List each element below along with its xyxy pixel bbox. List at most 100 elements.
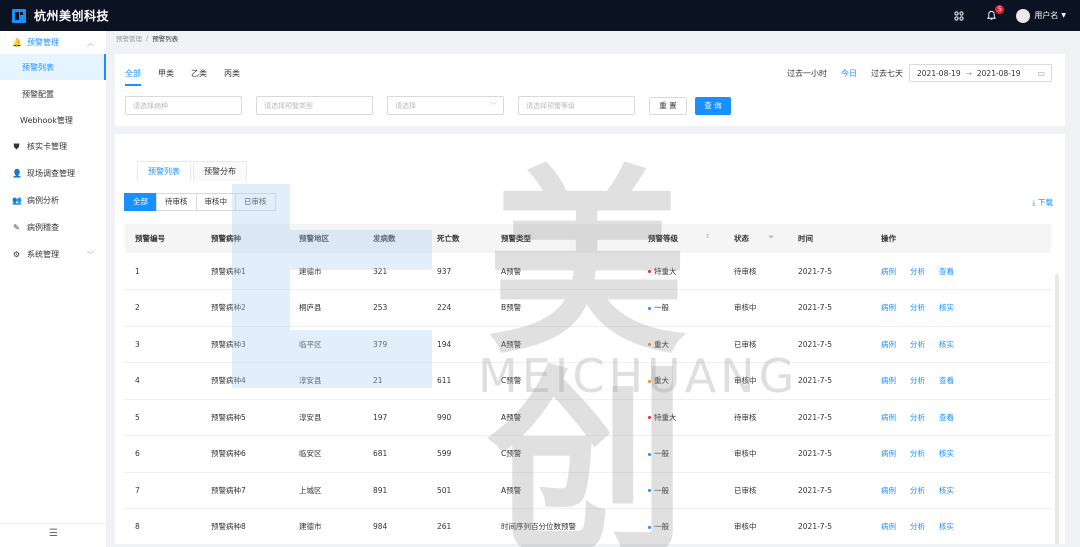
col-warning-level[interactable]: 预警等级 ⇕ xyxy=(638,224,724,253)
action-link[interactable]: 病例 xyxy=(881,376,896,385)
action-link[interactable]: 分析 xyxy=(910,449,925,458)
breadcrumb-parent[interactable]: 预警管理 xyxy=(116,33,142,43)
sidebar-item-verify-card[interactable]: ⛊ 核实卡管理 xyxy=(0,133,106,160)
time-past-hour[interactable]: 过去一小时 xyxy=(787,68,827,79)
sidebar-item-webhook[interactable]: Webhook管理 xyxy=(0,107,106,133)
cell-actions: 病例 分析 核实 xyxy=(871,472,1051,509)
action-link[interactable]: 查看 xyxy=(939,413,954,422)
cell-deaths: 224 xyxy=(427,289,491,327)
sidebar-item-label: 病例稽查 xyxy=(27,223,59,232)
cell-status: 待审核 xyxy=(724,399,788,436)
date-range-picker[interactable]: 2021-08-19 → 2021-08-19 ▭ xyxy=(909,64,1052,82)
tab-warning-distribution[interactable]: 预警分布 xyxy=(193,161,247,181)
download-button[interactable]: ⤓ 下载 xyxy=(1032,197,1053,208)
cell-warning-id: 2 xyxy=(125,289,201,327)
tab-category-b[interactable]: 乙类 xyxy=(191,68,207,86)
table-row: 4 预警病种4 淳安县 21 611 C预警 重大 审核中 2021-7-5 病例 分析 查看 xyxy=(125,362,1051,400)
category-tabs: 全部 甲类 乙类 丙类 xyxy=(125,68,257,86)
action-link[interactable]: 分析 xyxy=(910,486,925,495)
app-logo[interactable]: 杭州美创科技 xyxy=(12,7,109,24)
top-bar: 杭州美创科技 5 用户名 ▼ xyxy=(0,0,1080,31)
warning-type-select[interactable]: 请选择预警类型 xyxy=(256,96,373,115)
query-button[interactable]: 查 询 xyxy=(695,96,731,115)
filter-funnel-icon[interactable]: ⏷ xyxy=(768,233,774,242)
action-link[interactable]: 核实 xyxy=(939,340,954,349)
cell-actions: 病例 分析 查看 xyxy=(871,362,1051,400)
action-link[interactable]: 分析 xyxy=(910,376,925,385)
tab-category-all[interactable]: 全部 xyxy=(125,68,141,86)
action-link[interactable]: 分析 xyxy=(910,267,925,276)
cell-time: 2021-7-5 xyxy=(788,253,871,290)
action-link[interactable]: 核实 xyxy=(939,303,954,312)
apps-grid-icon[interactable] xyxy=(950,7,968,25)
action-link[interactable]: 病例 xyxy=(881,522,896,531)
cell-status: 待审核 xyxy=(724,253,788,290)
logo-mark-icon xyxy=(12,8,26,23)
generic-select[interactable]: 请选择 ﹀ xyxy=(387,96,504,115)
level-dot-icon xyxy=(648,452,651,456)
action-link[interactable]: 病例 xyxy=(881,486,896,495)
notification-bell-icon[interactable]: 5 xyxy=(982,4,1005,25)
user-caret-icon[interactable]: ▼ xyxy=(1061,12,1066,19)
sidebar-item-case-audit[interactable]: ✎ 病例稽查 xyxy=(0,214,106,241)
action-link[interactable]: 病例 xyxy=(881,340,896,349)
calendar-icon: ▭ xyxy=(1037,68,1045,78)
sort-icon[interactable]: ⇕ xyxy=(705,233,710,240)
status-all[interactable]: 全部 xyxy=(124,193,157,211)
status-reviewing[interactable]: 审核中 xyxy=(195,193,236,211)
action-link[interactable]: 核实 xyxy=(939,486,954,495)
action-link[interactable]: 病例 xyxy=(881,267,896,276)
action-link[interactable]: 查看 xyxy=(939,267,954,276)
sidebar-group-warning[interactable]: 🔔 预警管理 ︿ xyxy=(0,31,106,54)
cell-warning-id: 5 xyxy=(125,399,201,436)
table-panel: 预警列表 预警分布 全部 待审核 审核中 已审核 ⤓ 下载 预警编号 预警病种 … xyxy=(115,134,1065,544)
status-pending[interactable]: 待审核 xyxy=(156,193,197,211)
sidebar-collapse-icon[interactable]: ☰ xyxy=(0,523,107,543)
action-link[interactable]: 分析 xyxy=(910,522,925,531)
level-label: 特重大 xyxy=(654,266,677,276)
time-today[interactable]: 今日 xyxy=(841,68,857,79)
col-time: 时间 xyxy=(788,224,871,253)
tab-warning-list[interactable]: 预警列表 xyxy=(137,161,191,181)
generic-select-placeholder: 请选择 xyxy=(395,101,416,110)
action-link[interactable]: 核实 xyxy=(939,449,954,458)
sidebar-item-system[interactable]: ⚙ 系统管理 ﹀ xyxy=(0,241,106,268)
cell-warning-type: 时间序列百分位数预警 xyxy=(491,508,638,544)
col-status-label: 状态 xyxy=(734,234,749,243)
sidebar-item-warning-config[interactable]: 预警配置 xyxy=(0,81,106,107)
sidebar-item-warning-list[interactable]: 预警列表 xyxy=(0,54,106,80)
level-label: 重大 xyxy=(654,376,669,386)
warning-level-select[interactable]: 请选择预警等级 xyxy=(518,96,635,115)
cell-warning-region: 上城区 xyxy=(289,472,363,509)
table-row: 8 预警病种8 建德市 984 261 时间序列百分位数预警 一般 审核中 2021-7-5 病例… xyxy=(125,508,1051,544)
warning-type-placeholder: 请选择预警类型 xyxy=(264,101,313,110)
sidebar-item-label: 系统管理 xyxy=(27,250,59,259)
reset-button[interactable]: 重 置 xyxy=(649,96,687,115)
action-link[interactable]: 查看 xyxy=(939,376,954,385)
date-start: 2021-08-19 xyxy=(917,68,961,78)
action-link[interactable]: 分析 xyxy=(910,413,925,422)
cell-warning-region: 建德市 xyxy=(289,253,363,290)
action-link[interactable]: 病例 xyxy=(881,449,896,458)
time-past-seven-days[interactable]: 过去七天 xyxy=(871,68,903,79)
cell-warning-type: A预警 xyxy=(491,326,638,363)
sidebar-item-case-analysis[interactable]: 👥 病例分析 xyxy=(0,187,106,214)
col-status[interactable]: 状态 ⏷ xyxy=(724,224,788,253)
level-dot-icon xyxy=(648,379,651,383)
user-name[interactable]: 用户名 xyxy=(1034,10,1058,21)
tab-category-c[interactable]: 丙类 xyxy=(224,68,240,86)
cell-cases: 681 xyxy=(363,435,427,473)
action-link[interactable]: 分析 xyxy=(910,303,925,312)
disease-select[interactable]: 请选择病种 xyxy=(125,96,242,115)
action-link[interactable]: 病例 xyxy=(881,413,896,422)
tab-category-a[interactable]: 甲类 xyxy=(158,68,174,86)
action-link[interactable]: 核实 xyxy=(939,522,954,531)
table-row: 2 预警病种2 桐庐县 253 224 B预警 一般 审核中 2021-7-5 病例 分析 核实 xyxy=(125,289,1051,327)
avatar[interactable] xyxy=(1016,8,1031,23)
vertical-scrollbar[interactable] xyxy=(1055,274,1059,544)
status-reviewed[interactable]: 已审核 xyxy=(235,193,276,211)
action-link[interactable]: 病例 xyxy=(881,303,896,312)
cell-deaths: 261 xyxy=(427,508,491,544)
action-link[interactable]: 分析 xyxy=(910,340,925,349)
sidebar-item-field-survey[interactable]: 👤 现场调查管理 xyxy=(0,160,106,187)
